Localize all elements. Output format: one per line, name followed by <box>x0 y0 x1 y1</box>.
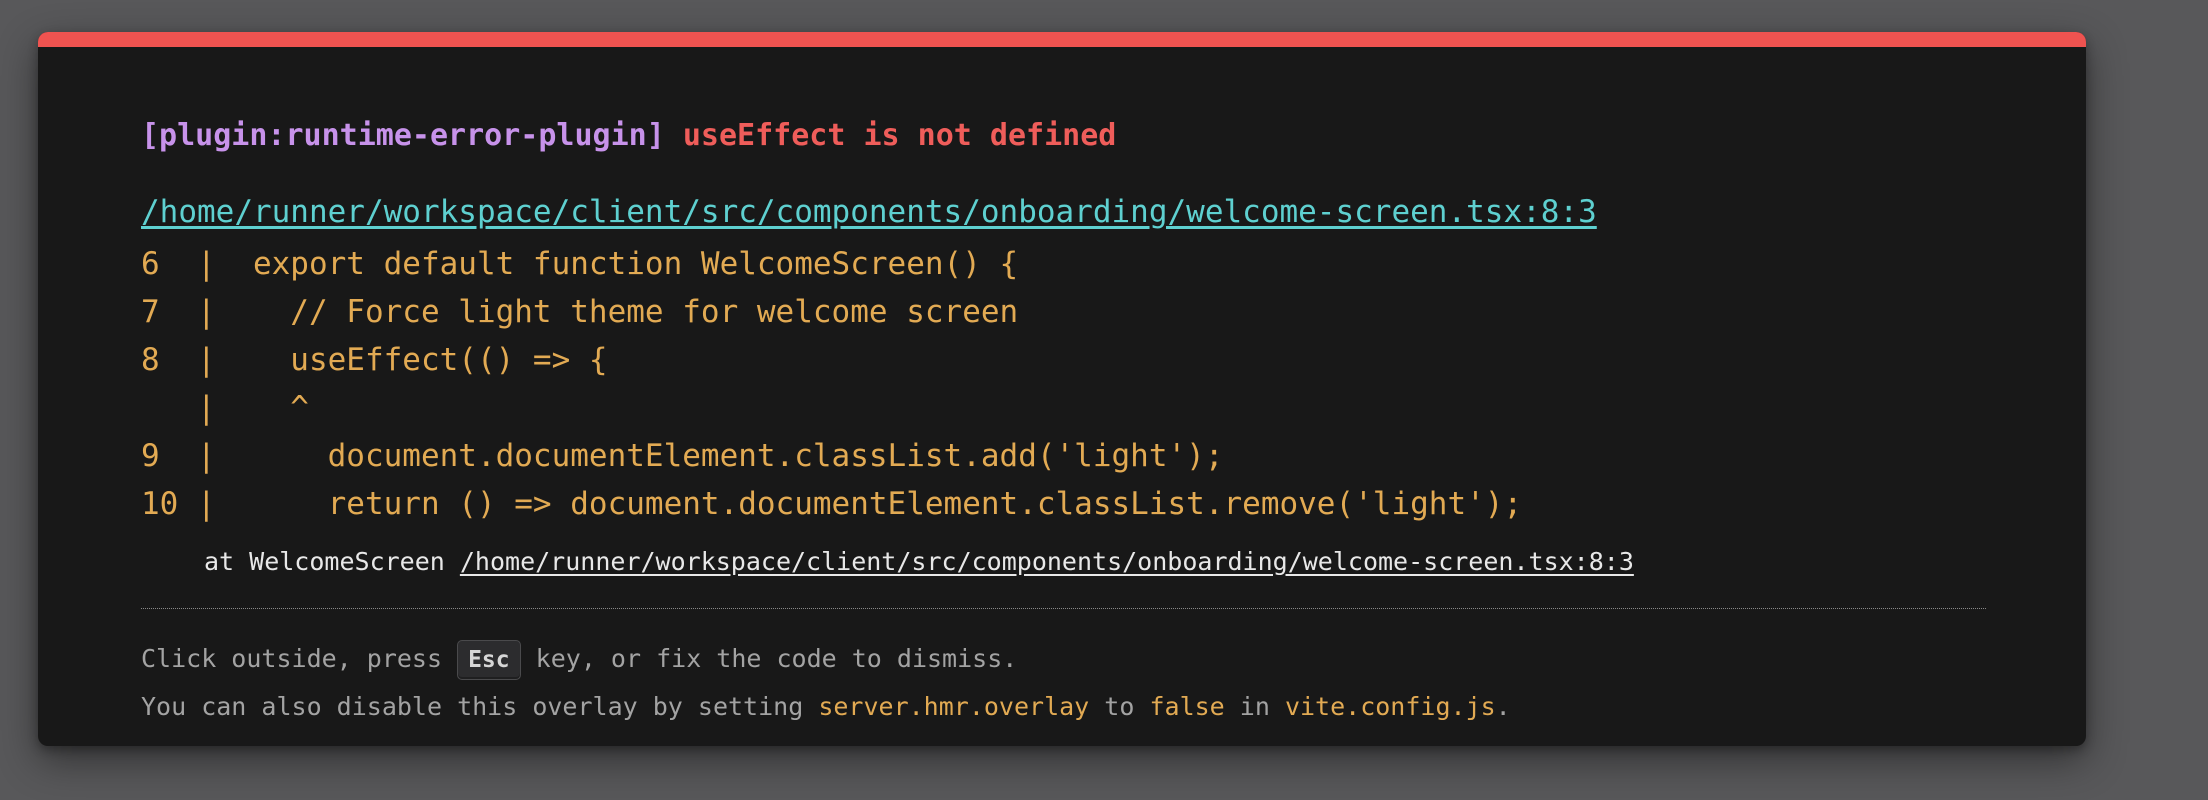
code-frame-line: 7 | // Force light theme for welcome scr… <box>141 294 1019 330</box>
error-accent-bar <box>38 32 2086 47</box>
tip-text: key, or fix the code to dismiss. <box>520 644 1018 673</box>
divider <box>141 608 1986 609</box>
tip-text: to <box>1089 692 1150 721</box>
stack-trace: at WelcomeScreen /home/runner/workspace/… <box>141 546 2021 578</box>
code-frame-line: 9 | document.documentElement.classList.a… <box>141 438 1224 474</box>
error-text: useEffect is not defined <box>682 118 1117 153</box>
tip-text: in <box>1224 692 1285 721</box>
error-message: [plugin:runtime-error-plugin] useEffect … <box>141 116 2021 156</box>
config-key: server.hmr.overlay <box>818 692 1090 721</box>
esc-key-badge: Esc <box>457 640 521 680</box>
tip-line-1: Click outside, press Esc key, or fix the… <box>141 635 2021 683</box>
error-overlay: [plugin:runtime-error-plugin] useEffect … <box>38 32 2086 746</box>
tip-text: Click outside, press <box>141 644 458 673</box>
code-frame-line: 10 | return () => document.documentEleme… <box>141 486 1523 522</box>
stack-file-link[interactable]: /home/runner/workspace/client/src/compon… <box>460 547 1634 576</box>
plugin-name: [plugin:runtime-error-plugin] <box>141 118 665 153</box>
config-value: false <box>1149 692 1225 721</box>
code-frame: 6 | export default function WelcomeScree… <box>141 240 2021 528</box>
stack-prefix: at WelcomeScreen <box>204 547 460 576</box>
tip-text: . <box>1495 692 1511 721</box>
code-frame-line: 8 | useEffect(() => { <box>141 342 608 378</box>
tip-text: You can also disable this overlay by set… <box>141 692 819 721</box>
code-frame-pointer: | ^ <box>141 390 309 426</box>
dismiss-tip: Click outside, press Esc key, or fix the… <box>141 635 2021 731</box>
error-file-link[interactable]: /home/runner/workspace/client/src/compon… <box>141 192 2021 232</box>
tip-line-2: You can also disable this overlay by set… <box>141 683 2021 731</box>
code-frame-line: 6 | export default function WelcomeScree… <box>141 246 1019 282</box>
error-content: [plugin:runtime-error-plugin] useEffect … <box>141 86 2021 731</box>
config-file: vite.config.js <box>1284 692 1496 721</box>
